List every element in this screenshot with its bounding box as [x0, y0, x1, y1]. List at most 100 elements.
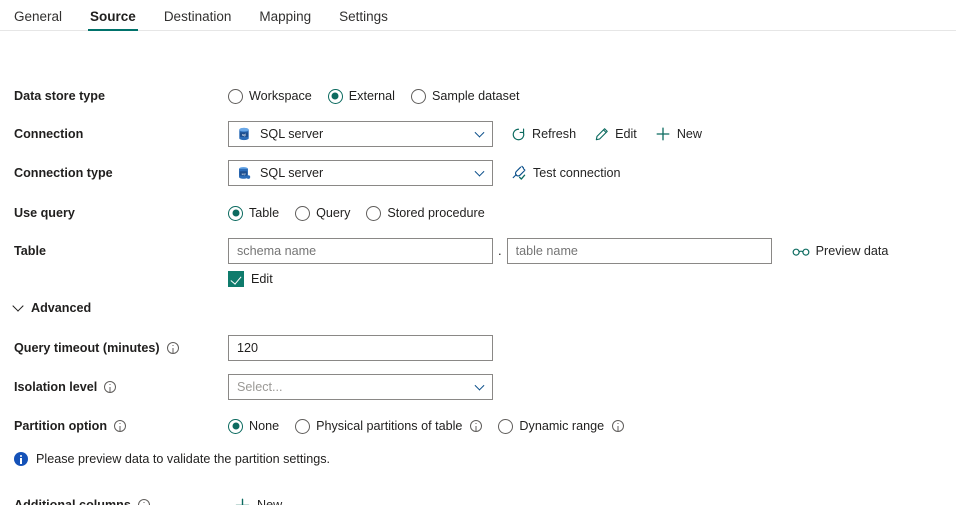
label-connection-type: Connection type: [14, 166, 113, 180]
radio-stored-procedure[interactable]: Stored procedure: [366, 206, 484, 221]
advanced-section-toggle[interactable]: Advanced: [14, 301, 91, 315]
advanced-label: Advanced: [31, 301, 91, 315]
connection-type-value: SQL server: [260, 166, 323, 180]
edit-connection-button[interactable]: Edit: [594, 127, 637, 142]
query-timeout-input[interactable]: [228, 335, 493, 361]
radio-query[interactable]: Query: [295, 206, 350, 221]
info-icon[interactable]: [612, 420, 624, 432]
partition-info-message: Please preview data to validate the part…: [14, 452, 330, 466]
radio-partition-none[interactable]: None: [228, 419, 279, 434]
label-data-store-type: Data store type: [14, 89, 105, 103]
row-query-timeout: Query timeout (minutes): [0, 334, 956, 362]
svg-text:sql: sql: [242, 172, 246, 176]
edit-checkbox[interactable]: Edit: [228, 271, 273, 287]
table-name-input[interactable]: [507, 238, 772, 264]
svg-text:sql: sql: [242, 133, 246, 137]
isolation-level-dropdown[interactable]: Select...: [228, 374, 493, 400]
row-partition-option: Partition option None Physical partition…: [0, 412, 956, 440]
preview-data-label: Preview data: [816, 244, 889, 258]
info-filled-icon: [14, 452, 28, 466]
label-additional-columns: Additional columns: [14, 498, 150, 505]
label-isolation-level: Isolation level: [14, 380, 116, 394]
label-query-timeout: Query timeout (minutes): [14, 341, 179, 355]
info-icon[interactable]: [167, 342, 179, 354]
radio-dot-icon: [366, 206, 381, 221]
radio-dot-icon: [228, 419, 243, 434]
schema-name-input[interactable]: [228, 238, 493, 264]
radio-partition-physical[interactable]: Physical partitions of table: [295, 419, 482, 434]
row-use-query: Use query Table Query Stored procedure: [0, 199, 956, 227]
chevron-down-icon: [12, 300, 23, 311]
chevron-down-icon: [475, 167, 485, 177]
sql-database-icon: sql: [237, 127, 251, 141]
info-icon[interactable]: [138, 499, 150, 505]
radio-label: Physical partitions of table: [316, 419, 462, 433]
radio-sample-dataset[interactable]: Sample dataset: [411, 89, 520, 104]
query-timeout-wrap: [228, 335, 493, 361]
plug-check-icon: [511, 165, 527, 181]
tab-destination[interactable]: Destination: [150, 10, 246, 32]
row-connection-type: Connection type sql SQL server: [0, 159, 956, 187]
refresh-icon: [511, 127, 526, 142]
info-icon[interactable]: [470, 420, 482, 432]
label-table: Table: [14, 244, 46, 258]
label-use-query: Use query: [14, 206, 75, 220]
radio-label: Query: [316, 206, 350, 220]
connection-type-controls: sql SQL server Test connection: [228, 160, 621, 186]
info-icon[interactable]: [114, 420, 126, 432]
checkbox-checked-icon: [228, 271, 244, 287]
test-connection-label: Test connection: [533, 166, 621, 180]
radio-label: Stored procedure: [387, 206, 484, 220]
chevron-down-icon: [475, 381, 485, 391]
use-query-radio-group: Table Query Stored procedure: [228, 206, 485, 221]
info-icon[interactable]: [104, 381, 116, 393]
refresh-button[interactable]: Refresh: [511, 127, 576, 142]
radio-dot-icon: [411, 89, 426, 104]
label-partition-option: Partition option: [14, 419, 126, 433]
radio-table[interactable]: Table: [228, 206, 279, 221]
new-label: New: [677, 127, 702, 141]
edit-checkbox-label: Edit: [251, 272, 273, 286]
row-table: Table . Preview data: [0, 237, 956, 265]
radio-label: None: [249, 419, 279, 433]
preview-data-button[interactable]: Preview data: [792, 244, 889, 258]
additional-columns-controls: New: [234, 497, 282, 505]
radio-dot-icon: [295, 419, 310, 434]
partition-info-text: Please preview data to validate the part…: [36, 452, 330, 466]
radio-label: External: [349, 89, 395, 103]
edit-checkbox-wrap: Edit: [228, 271, 273, 287]
row-isolation-level: Isolation level Select...: [0, 373, 956, 401]
data-store-type-radio-group: Workspace External Sample dataset: [228, 89, 519, 104]
tab-settings[interactable]: Settings: [325, 10, 402, 32]
row-additional-columns: Additional columns New: [0, 491, 956, 505]
tab-mapping[interactable]: Mapping: [245, 10, 325, 32]
glasses-icon: [792, 244, 810, 258]
pencil-icon: [594, 127, 609, 142]
tab-general[interactable]: General: [14, 10, 76, 32]
new-additional-column-button[interactable]: New: [234, 497, 282, 505]
row-edit-checkbox: Edit: [0, 265, 956, 293]
connection-value: SQL server: [260, 127, 323, 141]
plus-icon: [655, 126, 671, 142]
connection-type-dropdown[interactable]: sql SQL server: [228, 160, 493, 186]
radio-dot-icon: [295, 206, 310, 221]
label-partition-option-text: Partition option: [14, 419, 107, 433]
radio-workspace[interactable]: Workspace: [228, 89, 312, 104]
tab-bar: General Source Destination Mapping Setti…: [0, 0, 956, 31]
radio-dot-icon: [498, 419, 513, 434]
connection-dropdown[interactable]: sql SQL server: [228, 121, 493, 147]
test-connection-button[interactable]: Test connection: [511, 165, 621, 181]
new-connection-button[interactable]: New: [655, 126, 702, 142]
tab-source[interactable]: Source: [76, 10, 150, 32]
radio-partition-dynamic-range[interactable]: Dynamic range: [498, 419, 624, 434]
label-query-timeout-text: Query timeout (minutes): [14, 341, 160, 355]
row-data-store-type: Data store type Workspace External Sampl…: [0, 82, 956, 110]
radio-label: Workspace: [249, 89, 312, 103]
isolation-level-value: Select...: [237, 380, 283, 394]
radio-external[interactable]: External: [328, 89, 395, 104]
radio-label: Dynamic range: [519, 419, 604, 433]
table-controls: . Preview data: [228, 238, 888, 264]
radio-dot-icon: [328, 89, 343, 104]
sql-database-icon: sql: [237, 166, 251, 180]
radio-label: Table: [249, 206, 279, 220]
